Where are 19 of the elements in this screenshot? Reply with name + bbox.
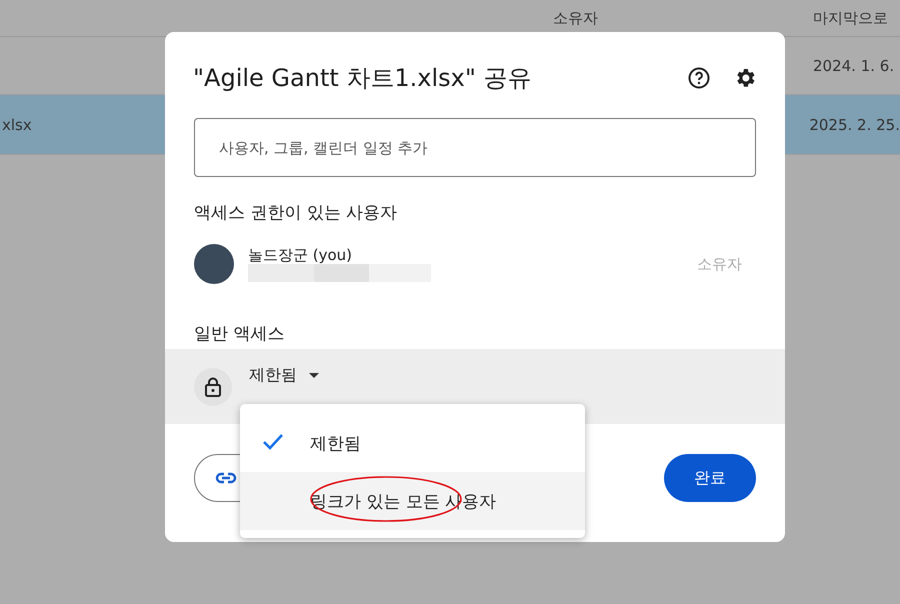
done-button[interactable]: 완료 [664,454,756,502]
user-role: 소유자 [697,254,742,274]
add-people-field[interactable]: 사용자, 그룹, 캘린더 일정 추가 [194,118,756,177]
access-dropdown[interactable]: 제한됨 [249,365,319,386]
lock-icon [194,368,232,406]
avatar [194,244,234,284]
section-heading: 일반 액세스 [193,323,286,345]
column-header[interactable]: 소유자 [553,8,813,28]
column-header[interactable]: 마지막으로 [813,8,888,28]
modified-date: 2024. 1. 6. [813,56,894,74]
modified-date: 2025. 2. 25. [809,116,900,134]
link-icon [215,472,237,484]
menu-item[interactable]: 제한됨 [240,414,585,472]
caret-icon [309,373,319,378]
section-heading: 액세스 권한이 있는 사용자 [193,202,398,224]
help-icon[interactable] [687,66,711,90]
dialog-title: "Agile Gantt 차트1.xlsx" 공유 [193,63,533,94]
user-name: 놀드장군 (you) [248,246,354,264]
file-name: xlsx [2,116,32,134]
